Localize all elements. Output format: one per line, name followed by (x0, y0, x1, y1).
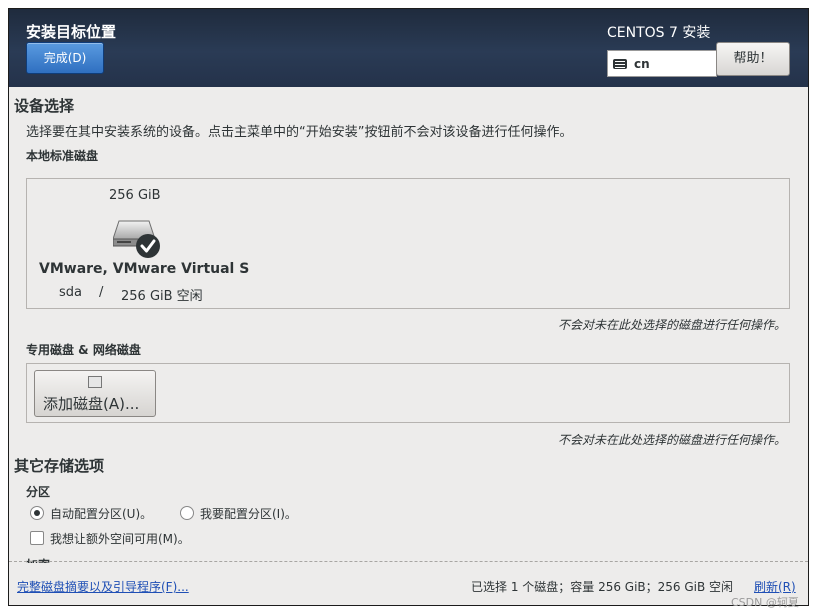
auto-partition-label: 自动配置分区(U)。 (50, 507, 153, 521)
specialized-disks-note: 不会对未在此处选择的磁盘进行任何操作。 (557, 433, 786, 447)
manual-partition-radio[interactable]: 我要配置分区(I)。 (180, 505, 320, 521)
refresh-link[interactable]: 刷新(R) (754, 578, 796, 595)
keyboard-icon (613, 58, 627, 69)
disk-item[interactable]: 256 GiB VMware, VMware Virtual S sda / 2… (33, 181, 249, 305)
radio-unselected-icon (180, 506, 194, 520)
extra-space-checkbox[interactable]: 我想让额外空间可用(M)。 (30, 530, 230, 546)
specialized-disks-heading: 专用磁盘 & 网络磁盘 (26, 343, 141, 357)
partition-heading: 分区 (26, 485, 51, 499)
local-disks-heading: 本地标准磁盘 (26, 149, 99, 163)
manual-partition-label: 我要配置分区(I)。 (200, 507, 297, 521)
header-bar: 安装目标位置 完成(D) CENTOS 7 安装 cn 帮助！ (9, 9, 808, 87)
product-title: CENTOS 7 安装 (607, 25, 711, 41)
disk-add-icon (88, 376, 102, 388)
selection-status: 已选择 1 个磁盘；容量 256 GiB；256 GiB 空闲 (471, 580, 734, 594)
disk-free-space: 256 GiB 空闲 (121, 289, 203, 304)
keyboard-layout-label: cn (634, 56, 650, 71)
local-disks-panel: 256 GiB VMware, VMware Virtual S sda / 2… (26, 178, 790, 309)
add-disk-label: 添加磁盘(A)... (43, 395, 140, 413)
add-disk-button[interactable]: 添加磁盘(A)... (34, 370, 156, 417)
disk-size: 256 GiB (109, 188, 161, 203)
device-selection-heading: 设备选择 (14, 97, 75, 115)
page-title: 安装目标位置 (26, 23, 117, 41)
done-button[interactable]: 完成(D) (26, 42, 104, 74)
disk-device: sda (59, 285, 82, 300)
main-content[interactable]: 设备选择 选择要在其中安装系统的设备。点击主菜单中的“开始安装”按钮前不会对该设… (9, 87, 808, 563)
specialized-disks-panel: 添加磁盘(A)... (26, 363, 790, 423)
device-selection-description: 选择要在其中安装系统的设备。点击主菜单中的“开始安装”按钮前不会对该设备进行任何… (26, 125, 573, 140)
keyboard-layout-indicator[interactable]: cn (607, 50, 717, 77)
installer-window: 安装目标位置 完成(D) CENTOS 7 安装 cn 帮助！ 设备选择 选择要… (8, 8, 809, 606)
disk-name: VMware, VMware Virtual S (39, 261, 250, 277)
checkmark-icon (135, 233, 161, 259)
radio-selected-icon (30, 506, 44, 520)
help-button[interactable]: 帮助！ (716, 42, 790, 76)
checkbox-unchecked-icon (30, 531, 44, 545)
local-disks-note: 不会对未在此处选择的磁盘进行任何操作。 (557, 318, 786, 332)
extra-space-label: 我想让额外空间可用(M)。 (50, 532, 190, 546)
auto-partition-radio[interactable]: 自动配置分区(U)。 (30, 505, 170, 521)
watermark: CSDN @轲夏 (731, 596, 799, 609)
footer-divider (9, 561, 808, 562)
disk-separator: / (99, 285, 104, 300)
other-storage-heading: 其它存储选项 (14, 457, 105, 475)
disk-summary-link[interactable]: 完整磁盘摘要以及引导程序(F)... (17, 578, 189, 595)
